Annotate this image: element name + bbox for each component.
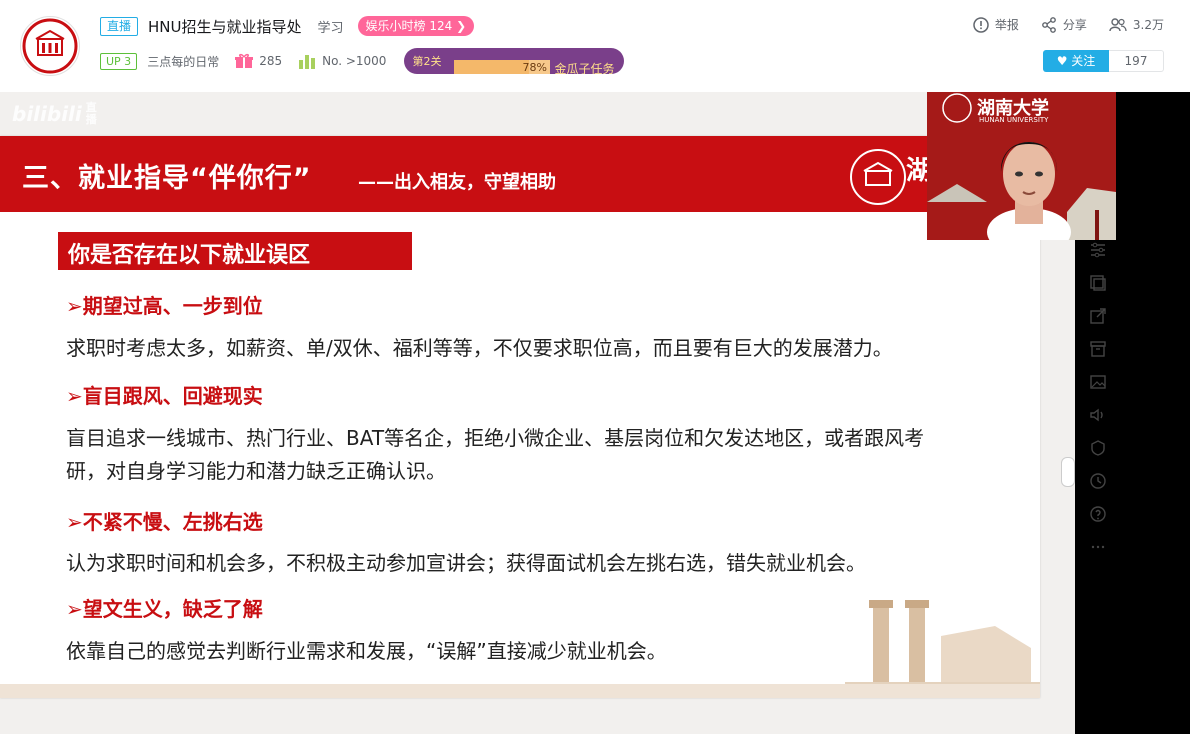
hour-rank-badge[interactable]: 娱乐小时榜 124 ❯ <box>357 16 475 36</box>
university-logo <box>850 149 906 205</box>
archive-icon[interactable] <box>1088 339 1108 359</box>
player-side-toolbar <box>1079 240 1117 600</box>
gift-count: 285 <box>259 54 283 68</box>
hour-rank-label: 娱乐小时榜 124 <box>365 19 453 33</box>
slide-footer-strip <box>0 684 1040 698</box>
header-row-meta: UP 3 三点每的日常 285 No. >1000 第2关 78% 金瓜子任务 <box>100 48 625 74</box>
point-body: 认为求职时间和机会多，不积极主动参加宣讲会；获得面试机会左挑右选，错失就业机会。 <box>66 551 866 575</box>
point-title: ➢不紧不慢、左挑右选 <box>66 510 263 534</box>
bilibili-watermark: bilibili 直播 <box>12 101 100 127</box>
follow-group: ♥ 关注 197 <box>1043 50 1164 72</box>
popularity-stat: No. >1000 <box>298 53 386 69</box>
gift-stat: 285 <box>235 53 282 69</box>
point-body: 依靠自己的感觉去判断行业需求和发展，“误解”直接减少就业机会。 <box>66 639 667 663</box>
header-row-title: 直播 HNU招生与就业指导处 学习 娱乐小时榜 124 ❯ <box>100 14 475 38</box>
room-header: 直播 HNU招生与就业指导处 学习 娱乐小时榜 124 ❯ UP 3 三点每的日… <box>0 0 1190 93</box>
watermark-small: 直播 <box>85 101 97 126</box>
camera-overlay: 湖南大学 HUNAN UNIVERSITY <box>927 92 1116 240</box>
task-level: 第2关 <box>412 55 442 68</box>
watermark-text: bilibili <box>12 102 82 126</box>
rank-bars-icon <box>299 55 316 69</box>
slide-scrollbar-thumb[interactable] <box>1061 457 1075 487</box>
room-title: HNU招生与就业指导处 <box>148 17 302 36</box>
volume-icon[interactable] <box>1088 405 1108 425</box>
export-icon[interactable] <box>1088 306 1108 326</box>
task-label: 金瓜子任务 <box>554 62 615 74</box>
point-title: ➢盲目跟风、回避现实 <box>66 384 263 408</box>
viewer-count-label: 3.2万 <box>1132 18 1164 32</box>
chevron-right-icon: ❯ <box>456 19 467 33</box>
gallery-icon[interactable] <box>1088 273 1108 293</box>
follow-label: 关注 <box>1071 54 1096 68</box>
slide-title: 三、就业指导“伴你行” <box>22 163 312 194</box>
share-icon <box>1041 16 1056 33</box>
slide-title-band: 三、就业指导“伴你行” ——出入相友，守望相助 湖南 <box>0 136 1040 212</box>
point-title: ➢望文生义，缺乏了解 <box>66 597 263 621</box>
report-button[interactable]: 举报 <box>973 16 1019 33</box>
more-icon[interactable] <box>1088 537 1108 557</box>
up-level-tag: UP 3 <box>100 52 138 70</box>
heart-icon: ♥ <box>1056 54 1068 68</box>
task-progress-fill <box>454 60 530 74</box>
camera-school-en: HUNAN UNIVERSITY <box>979 116 1049 124</box>
gift-icon <box>235 53 254 68</box>
popularity-rank: No. >1000 <box>322 54 387 68</box>
gold-task-bar[interactable]: 第2关 78% 金瓜子任务 <box>404 48 625 74</box>
campus-illustration <box>845 600 1040 688</box>
sliders-icon[interactable] <box>1088 240 1108 260</box>
shield-icon[interactable] <box>1088 438 1108 458</box>
help-icon[interactable] <box>1088 504 1108 524</box>
people-icon <box>1109 17 1127 31</box>
share-label: 分享 <box>1062 18 1087 32</box>
question-box: 你是否存在以下就业误区 <box>58 232 412 270</box>
live-tag: 直播 <box>100 16 139 36</box>
streamer-avatar[interactable] <box>20 16 80 76</box>
warning-icon <box>973 16 989 33</box>
presentation-slide: 三、就业指导“伴你行” ——出入相友，守望相助 湖南 你是否存在以下就业误区 ➢… <box>0 136 1040 698</box>
follower-count: 197 <box>1109 50 1164 72</box>
slide-subtitle: ——出入相友，守望相助 <box>358 172 556 193</box>
anchor-name[interactable]: 三点每的日常 <box>147 53 219 70</box>
header-actions: 举报 分享 3.2万 <box>973 16 1164 33</box>
point-body: 盲目追求一线城市、热门行业、BAT等名企，拒绝小微企业、基层岗位和欠发达地区，或… <box>66 426 925 483</box>
point-body: 求职时考虑太多，如薪资、单/双休、福利等等，不仅要求职位高，而且要有巨大的发展潜… <box>66 336 893 360</box>
area-link[interactable]: 学习 <box>318 17 344 36</box>
point-title: ➢期望过高、一步到位 <box>66 294 263 318</box>
report-label: 举报 <box>994 18 1019 32</box>
question-text: 你是否存在以下就业误区 <box>68 243 311 268</box>
live-player[interactable]: bilibili直播 三、就业指导“伴你行” ——出入相友，守望相助 湖南 你是… <box>0 92 1190 734</box>
video-stage: bilibili直播 三、就业指导“伴你行” ——出入相友，守望相助 湖南 你是… <box>0 92 1075 734</box>
viewer-count: 3.2万 <box>1109 16 1164 33</box>
share-button[interactable]: 分享 <box>1041 16 1087 33</box>
follow-button[interactable]: ♥ 关注 <box>1043 50 1109 72</box>
image-icon[interactable] <box>1088 372 1108 392</box>
task-progress-text: 78% <box>522 61 547 74</box>
history-icon[interactable] <box>1088 471 1108 491</box>
